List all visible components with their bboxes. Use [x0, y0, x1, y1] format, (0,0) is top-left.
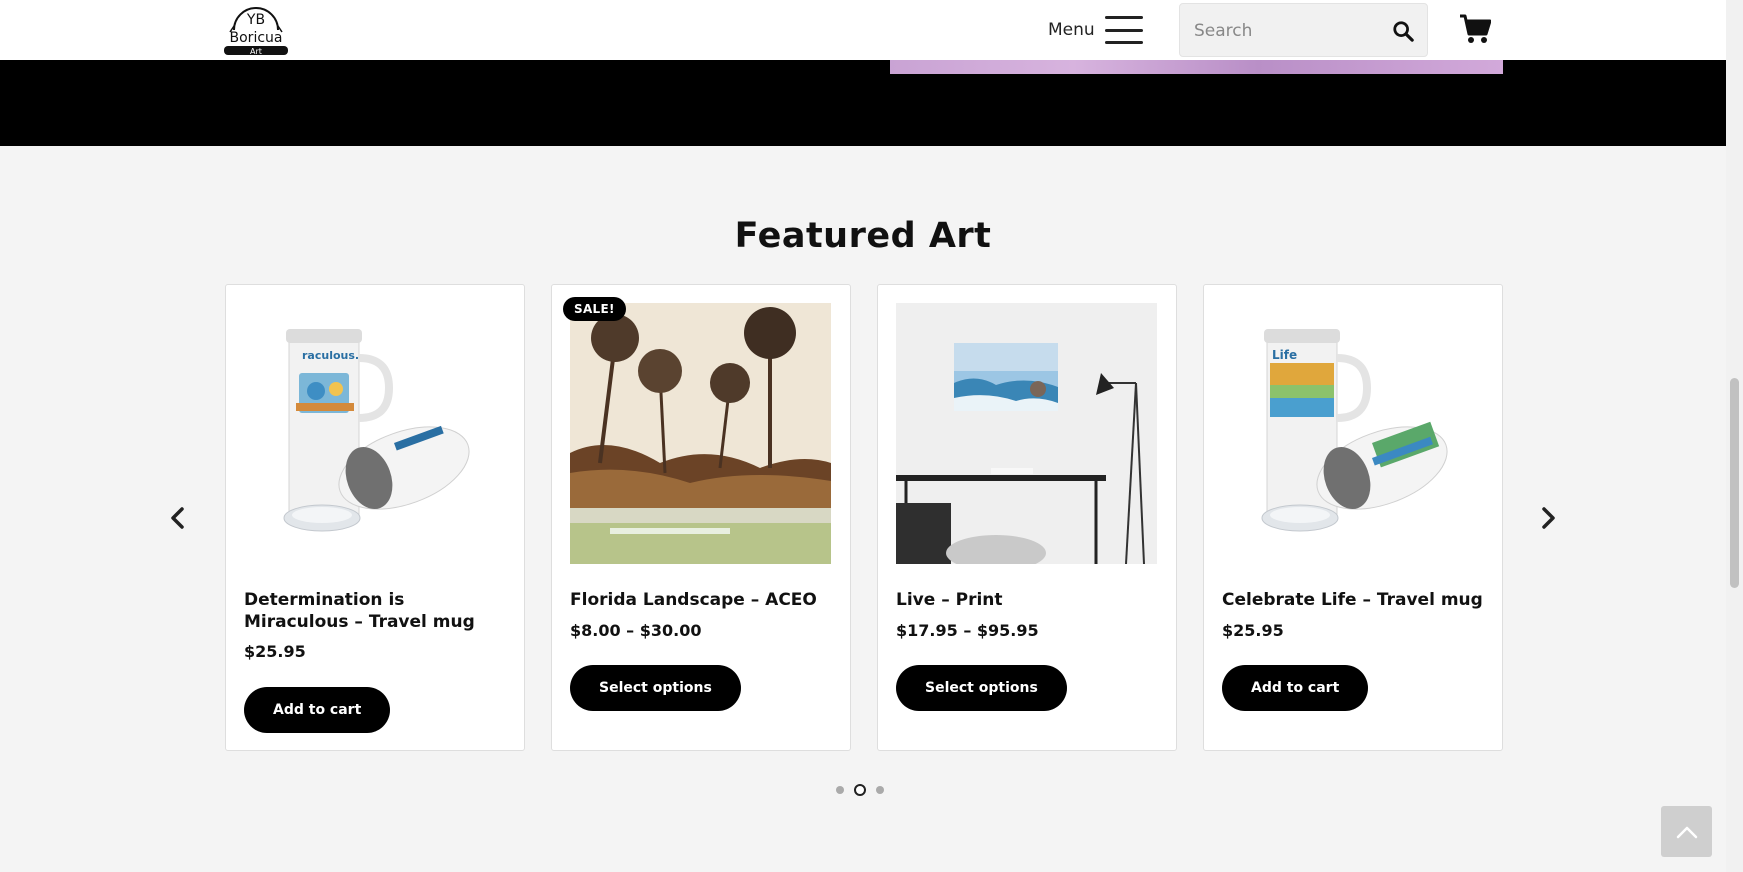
chevron-left-icon[interactable] [166, 505, 190, 531]
site-header: YB Boricua Art Menu [0, 0, 1726, 60]
product-card: Life Celebrate Life – Travel mug $25.95 … [1203, 284, 1503, 751]
back-to-top-button[interactable] [1661, 806, 1712, 857]
select-options-button[interactable]: Select options [570, 665, 741, 711]
select-options-button[interactable]: Select options [896, 665, 1067, 711]
product-card: Live – Print $17.95 – $95.95 Select opti… [877, 284, 1177, 751]
banner-image [890, 60, 1503, 74]
cart-icon[interactable] [1459, 14, 1491, 44]
product-price: $25.95 [1222, 621, 1284, 640]
section-title: Featured Art [734, 216, 992, 256]
logo-text-yb: YB [246, 12, 265, 28]
product-image[interactable]: raculous. [244, 303, 505, 564]
product-card: raculous. Determination is Miraculous – … [225, 284, 525, 751]
product-title[interactable]: Determination is Miraculous – Travel mug [244, 589, 508, 633]
page-scrollbar[interactable] [1726, 0, 1743, 872]
carousel-dot-2[interactable] [854, 784, 866, 796]
product-price: $17.95 – $95.95 [896, 621, 1039, 640]
product-image[interactable] [896, 303, 1157, 564]
product-title[interactable]: Celebrate Life – Travel mug [1222, 589, 1486, 611]
chevron-right-icon[interactable] [1536, 505, 1560, 531]
hero-banner [0, 60, 1726, 146]
product-price: $8.00 – $30.00 [570, 621, 702, 640]
product-title[interactable]: Live – Print [896, 589, 1160, 611]
menu-toggle[interactable]: Menu [1048, 12, 1143, 48]
sale-badge: SALE! [563, 297, 626, 321]
product-image[interactable]: Life [1222, 303, 1483, 564]
search-box [1179, 3, 1428, 57]
add-to-cart-button[interactable]: Add to cart [244, 687, 391, 733]
svg-text:raculous.: raculous. [302, 349, 359, 362]
search-input[interactable] [1194, 18, 1384, 44]
svg-text:Life: Life [1272, 348, 1297, 362]
add-to-cart-button[interactable]: Add to cart [1222, 665, 1369, 711]
product-price: $25.95 [244, 642, 306, 661]
logo-text-boricua: Boricua [230, 30, 283, 46]
product-card: SALE! Florida Landscape – ACEO $8.00 – $… [551, 284, 851, 751]
menu-label: Menu [1048, 20, 1095, 40]
scrollbar-thumb[interactable] [1730, 378, 1739, 588]
chevron-up-icon [1676, 826, 1697, 838]
search-icon[interactable] [1392, 20, 1414, 42]
site-logo[interactable]: YB Boricua Art [222, 4, 290, 56]
logo-text-art: Art [250, 47, 262, 56]
product-title[interactable]: Florida Landscape – ACEO [570, 589, 834, 611]
hamburger-icon [1104, 16, 1143, 44]
carousel-pagination [836, 784, 884, 796]
carousel-dot-3[interactable] [876, 786, 884, 794]
carousel-dot-1[interactable] [836, 786, 844, 794]
product-image[interactable] [570, 303, 831, 564]
